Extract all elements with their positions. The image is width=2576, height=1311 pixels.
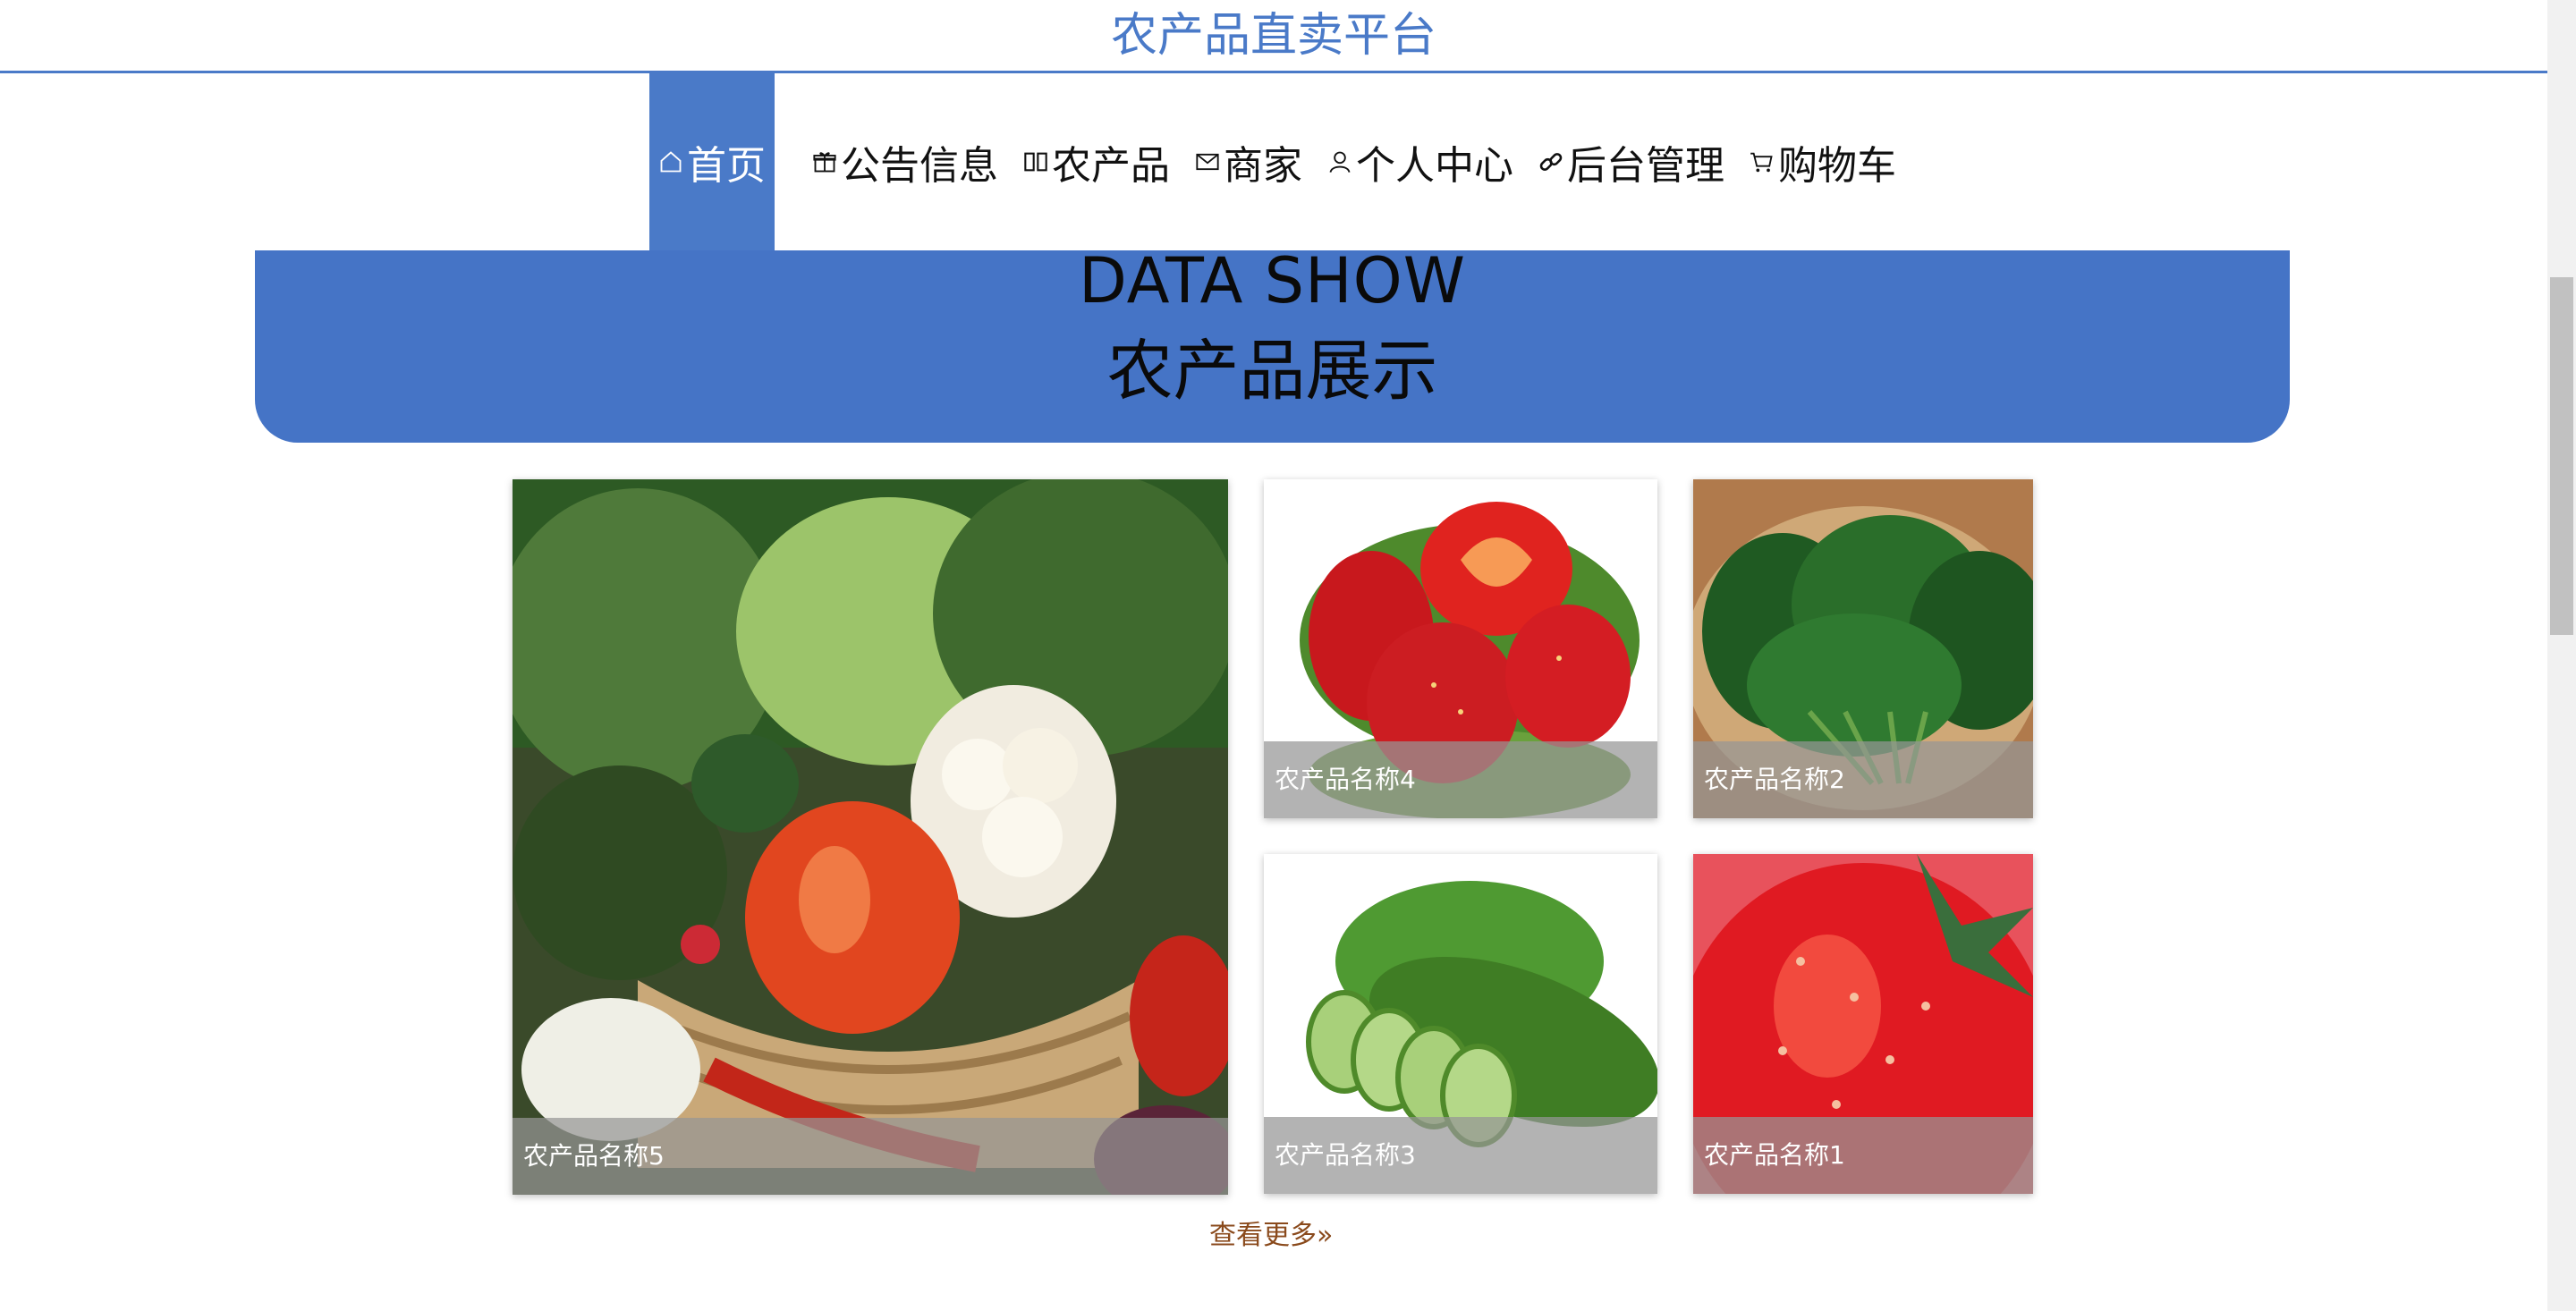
site-title: 农产品直卖平台: [1110, 9, 1436, 63]
nav-item-home[interactable]: 首页: [649, 73, 775, 250]
nav-item-products[interactable]: 农产品: [1011, 73, 1182, 250]
nav-item-label: 农产品: [1052, 143, 1170, 189]
mail-icon: [1196, 153, 1219, 171]
nav-item-cart[interactable]: 购物车: [1737, 73, 1909, 250]
cart-icon: [1750, 152, 1773, 173]
banner-title-cn: 农产品展示: [1106, 333, 1438, 410]
main-nav: 首页 公告信息 农产品 商家 个人中心 后台管理 购物车: [649, 73, 1909, 250]
product-card[interactable]: 农产品名称2: [1693, 479, 2033, 818]
product-name: 农产品名称2: [1693, 741, 2033, 818]
nav-item-label: 购物车: [1778, 143, 1896, 189]
nav-item-label: 后台管理: [1567, 143, 1724, 189]
product-name: 农产品名称1: [1693, 1117, 2033, 1194]
product-name: 农产品名称4: [1264, 741, 1657, 818]
section-banner: DATA SHOW 农产品展示: [255, 250, 2290, 443]
nav-item-label: 商家: [1224, 143, 1302, 189]
nav-item-label: 首页: [687, 143, 766, 189]
nav-item-label: 个人中心: [1356, 143, 1513, 189]
nav-item-admin[interactable]: 后台管理: [1526, 73, 1737, 250]
scrollbar-thumb[interactable]: [2550, 277, 2573, 635]
banner-title-en: DATA SHOW: [1079, 244, 1466, 317]
product-card[interactable]: 农产品名称1: [1693, 854, 2033, 1194]
gift-icon: [813, 152, 836, 173]
product-name: 农产品名称3: [1264, 1117, 1657, 1194]
nav-item-merchants[interactable]: 商家: [1182, 73, 1315, 250]
scrollbar-track[interactable]: [2547, 0, 2576, 1311]
product-card[interactable]: 农产品名称4: [1264, 479, 1657, 818]
product-name: 农产品名称5: [513, 1118, 1228, 1195]
link-icon: [1539, 153, 1563, 171]
nav-item-announcements[interactable]: 公告信息: [800, 73, 1011, 250]
view-more-link[interactable]: 查看更多»: [1209, 1213, 1333, 1252]
nav-item-label: 公告信息: [841, 143, 998, 189]
product-image-vegetable-basket: [513, 479, 1228, 1195]
product-card[interactable]: 农产品名称3: [1264, 854, 1657, 1194]
user-icon: [1329, 151, 1351, 173]
nav-item-profile[interactable]: 个人中心: [1315, 73, 1526, 250]
columns-icon: [1024, 152, 1047, 172]
product-card[interactable]: 农产品名称5: [513, 479, 1228, 1195]
home-icon: [660, 151, 682, 173]
